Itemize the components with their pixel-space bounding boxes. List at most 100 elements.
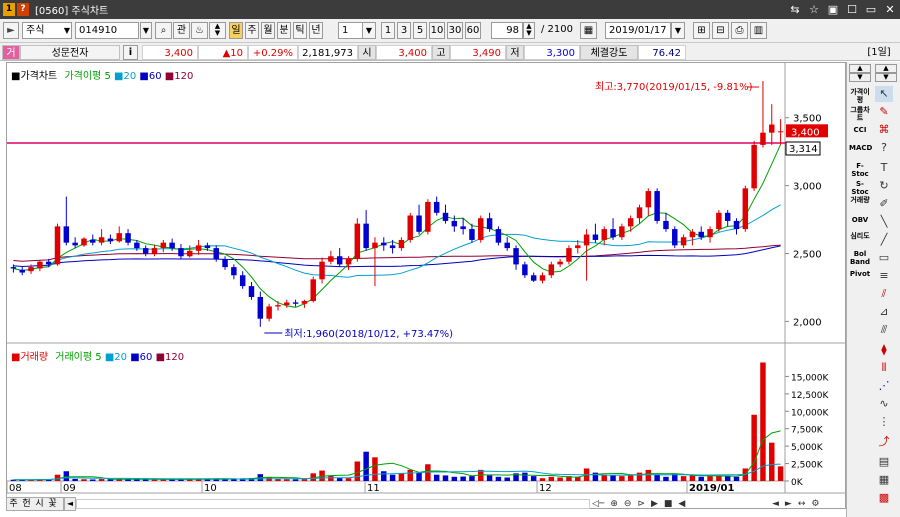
question-icon[interactable]: ?	[875, 140, 893, 156]
favorite-icon[interactable]: ☆	[806, 2, 822, 17]
candle-body	[248, 286, 255, 297]
candle-body	[751, 144, 757, 189]
tick-3-button[interactable]: 3	[397, 22, 411, 39]
cross-line-icon[interactable]: ↻	[875, 178, 893, 194]
count-input[interactable]: 98	[491, 22, 523, 39]
cursor-icon[interactable]: ↖	[875, 86, 893, 102]
zoom-out-icon[interactable]: ⊖	[624, 497, 632, 511]
period-year-button[interactable]: 년	[309, 22, 323, 39]
related-icon[interactable]: ♨	[191, 22, 208, 39]
arc-icon[interactable]: ⧫	[875, 342, 893, 358]
link-icon[interactable]: ⇆	[787, 2, 803, 17]
text-tool-icon[interactable]: T	[875, 160, 893, 176]
print-icon[interactable]: ⎙	[731, 22, 748, 39]
zoom-in-icon[interactable]: ⊕	[610, 497, 618, 511]
period-minute-button[interactable]: 분	[277, 22, 291, 39]
period-month-button[interactable]: 월	[261, 22, 275, 39]
scroll-left-bar-icon[interactable]: ◁─	[592, 497, 604, 511]
price-ma-label: 가격이평	[64, 71, 102, 82]
save-image-icon[interactable]: ⊟	[712, 22, 729, 39]
channel-icon[interactable]: ⫻	[875, 322, 893, 338]
magnet-icon[interactable]: ⌘	[875, 122, 893, 138]
count-spin-icon[interactable]: ▲ ▼	[523, 22, 535, 39]
cycle-icon[interactable]: ⦀	[875, 360, 893, 376]
period-tick-button[interactable]: 틱	[293, 22, 307, 39]
calendar-icon[interactable]: ▦	[580, 22, 597, 39]
search-label-button[interactable]: 관	[173, 22, 190, 39]
help-badge[interactable]: ?	[17, 3, 29, 16]
period-line-icon[interactable]: ⋮	[875, 414, 893, 430]
indicator-psychology[interactable]: 심리도	[849, 232, 871, 240]
auto-trend-icon[interactable]: ⤴	[875, 434, 893, 450]
prev-page-icon[interactable]: ◄	[772, 497, 779, 511]
indicator-group-chart[interactable]: 그룹차트	[849, 106, 871, 122]
indicator-obv[interactable]: OBV	[849, 216, 871, 224]
indicator-volume[interactable]: 거래량	[849, 196, 871, 204]
tick-30-button[interactable]: 30	[447, 22, 463, 39]
period-day-button[interactable]: 일	[229, 22, 243, 39]
chart-area[interactable]: 3,500 3,000 2,500 2,000 15,000K 12,500K 10,000…	[6, 62, 847, 510]
trend-line-icon[interactable]: ╲	[875, 214, 893, 230]
wave-icon[interactable]: ∿	[875, 396, 893, 412]
volume-bar	[627, 474, 634, 481]
market-select[interactable]: 주식 ▼	[22, 22, 72, 39]
info-button[interactable]: i	[123, 45, 138, 60]
search-icon[interactable]: ⌕	[155, 22, 172, 39]
tools-scroll-down-icon[interactable]: ▼	[875, 73, 897, 82]
tick-10-button[interactable]: 10	[429, 22, 445, 39]
eraser-icon[interactable]: ✎	[875, 104, 893, 120]
scroll-down-icon[interactable]: ▼	[849, 73, 871, 82]
fan-icon[interactable]: ⊿	[875, 304, 893, 320]
settings-icon[interactable]: ⚙	[811, 497, 819, 511]
fibo-icon[interactable]: ≡	[875, 268, 893, 284]
fit-icon[interactable]: ↔	[798, 497, 806, 511]
play-arrow-icon[interactable]: ►	[3, 22, 19, 39]
minimize-icon[interactable]: ☐	[844, 2, 860, 17]
indicator-macd[interactable]: MACD	[849, 144, 872, 152]
tab-honor[interactable]: 헌	[20, 498, 33, 510]
date-dropdown-icon[interactable]: ▼	[671, 22, 685, 39]
indicator-cci[interactable]: CCI	[849, 126, 871, 134]
indicator-f-stoc[interactable]: F-Stoc	[849, 162, 871, 178]
layout-icon[interactable]: ▦	[875, 472, 893, 488]
indicator-s-stoc[interactable]: S-Stoc	[849, 180, 871, 196]
stop-icon[interactable]: ■	[664, 497, 673, 511]
x-tick-label: 10	[204, 483, 217, 494]
pen-icon[interactable]: ✐	[875, 196, 893, 212]
x-tick-label: 09	[63, 483, 76, 494]
line-icon[interactable]: ╱	[875, 232, 893, 248]
stock-code-input[interactable]: 014910	[75, 22, 139, 39]
indicator-price-ma[interactable]: 가격이평	[849, 88, 871, 104]
indicator-pivot[interactable]: Pivot	[849, 270, 871, 278]
horizontal-scrollbar[interactable]	[76, 499, 590, 509]
speed-line-icon[interactable]: ⋰	[875, 378, 893, 394]
date-input[interactable]: 2019/01/17	[605, 22, 671, 39]
maximize-icon[interactable]: ▭	[863, 2, 879, 17]
next-page-icon[interactable]: ►	[785, 497, 792, 511]
tab-market[interactable]: 시	[33, 498, 46, 510]
grid-icon[interactable]: ▥	[750, 22, 767, 39]
snapshot-icon[interactable]: ▣	[825, 2, 841, 17]
tools-scroll-up-icon[interactable]: ▲	[875, 64, 897, 73]
scroll-left-icon[interactable]: ◄	[64, 497, 76, 511]
scroll-begin-icon[interactable]: ⊳	[637, 497, 645, 511]
scroll-up-icon[interactable]: ▲	[849, 64, 871, 73]
period-week-button[interactable]: 주	[245, 22, 259, 39]
stock-chart[interactable]: 3,500 3,000 2,500 2,000 15,000K 12,500K 10,000…	[6, 63, 847, 510]
close-icon[interactable]: ✕	[882, 2, 898, 17]
toggle-view-icon[interactable]: ⊞	[693, 22, 710, 39]
tab-flower[interactable]: 꽃	[46, 498, 59, 510]
multiplier-dropdown-icon[interactable]: ▼	[362, 22, 376, 39]
spin-updown-icon[interactable]: ▲ ▼	[209, 22, 226, 39]
code-dropdown-icon[interactable]: ▼	[140, 22, 152, 39]
tick-5-button[interactable]: 5	[413, 22, 427, 39]
rectangle-icon[interactable]: ▭	[875, 250, 893, 266]
play-icon[interactable]: ▶	[651, 497, 658, 511]
indicator-bollinger[interactable]: Bol Band	[849, 250, 871, 266]
gann-icon[interactable]: ⫽	[875, 286, 893, 302]
tick-1-button[interactable]: 1	[381, 22, 395, 39]
window-icon[interactable]: ▤	[875, 454, 893, 470]
tab-week[interactable]: 주	[7, 498, 20, 510]
step-back-icon[interactable]: ◀	[678, 497, 685, 511]
tick-60-button[interactable]: 60	[465, 22, 481, 39]
